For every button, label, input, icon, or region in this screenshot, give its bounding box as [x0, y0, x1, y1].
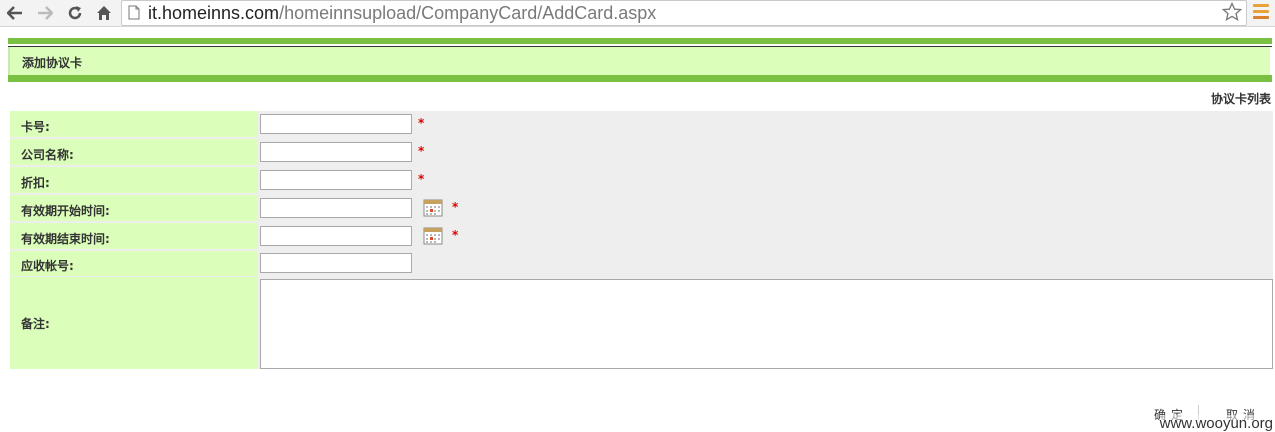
- required-mark: *: [452, 200, 459, 214]
- star-icon[interactable]: [1221, 1, 1243, 26]
- remark-label: 备注:: [21, 317, 50, 331]
- required-mark: *: [418, 172, 425, 186]
- required-mark: *: [452, 228, 459, 242]
- company-input[interactable]: [260, 142, 412, 162]
- add-card-form: 卡号: * 公司名称: * 折扣: * 有效期开始时间: * 有效期结束时间: …: [10, 111, 1273, 369]
- url-path: /homeinnsupload/CompanyCard/AddCard.aspx: [279, 3, 657, 23]
- form-row-remark: 备注:: [10, 277, 1273, 369]
- required-mark: *: [418, 144, 425, 158]
- header-top-band: [8, 38, 1272, 44]
- form-row-end-date: 有效期结束时间: *: [10, 223, 1273, 249]
- company-label: 公司名称:: [21, 148, 74, 162]
- form-row-account: 应收帐号:: [10, 251, 1273, 276]
- remark-textarea[interactable]: [260, 279, 1273, 369]
- menu-icon[interactable]: [1253, 4, 1269, 22]
- start-date-label: 有效期开始时间:: [21, 204, 110, 218]
- calendar-icon[interactable]: [423, 199, 443, 217]
- discount-input[interactable]: [260, 170, 412, 190]
- end-date-label: 有效期结束时间:: [21, 232, 110, 246]
- account-label: 应收帐号:: [21, 259, 74, 273]
- card-no-input[interactable]: [260, 114, 412, 134]
- card-no-label: 卡号:: [21, 120, 50, 134]
- home-icon[interactable]: [93, 2, 115, 24]
- url-text: it.homeinns.com/homeinnsupload/CompanyCa…: [148, 2, 656, 24]
- discount-label: 折扣:: [21, 176, 50, 190]
- required-mark: *: [418, 116, 425, 130]
- card-list-link[interactable]: 协议卡列表: [1211, 90, 1271, 107]
- form-row-discount: 折扣: *: [10, 167, 1273, 193]
- form-row-card-no: 卡号: *: [10, 111, 1273, 137]
- account-input[interactable]: [260, 253, 412, 273]
- form-row-start-date: 有效期开始时间: *: [10, 195, 1273, 221]
- page-content: 添加协议卡 协议卡列表 卡号: * 公司名称: * 折扣: * 有效期开始时间:: [0, 26, 1275, 432]
- start-date-input[interactable]: [260, 198, 412, 218]
- address-bar[interactable]: it.homeinns.com/homeinnsupload/CompanyCa…: [121, 0, 1247, 26]
- section-header: 添加协议卡: [8, 47, 1270, 76]
- browser-toolbar: it.homeinns.com/homeinnsupload/CompanyCa…: [0, 0, 1275, 27]
- url-host: it.homeinns.com: [148, 3, 280, 23]
- forward-icon[interactable]: [34, 2, 56, 24]
- form-row-company: 公司名称: *: [10, 139, 1273, 165]
- end-date-input[interactable]: [260, 226, 412, 246]
- section-title: 添加协议卡: [22, 56, 83, 70]
- page-icon: [128, 5, 140, 24]
- calendar-icon[interactable]: [423, 227, 443, 245]
- reload-icon[interactable]: [64, 2, 86, 24]
- watermark: www.wooyun.org: [1159, 415, 1273, 432]
- header-bottom-band: [8, 75, 1272, 82]
- back-icon[interactable]: [4, 2, 26, 24]
